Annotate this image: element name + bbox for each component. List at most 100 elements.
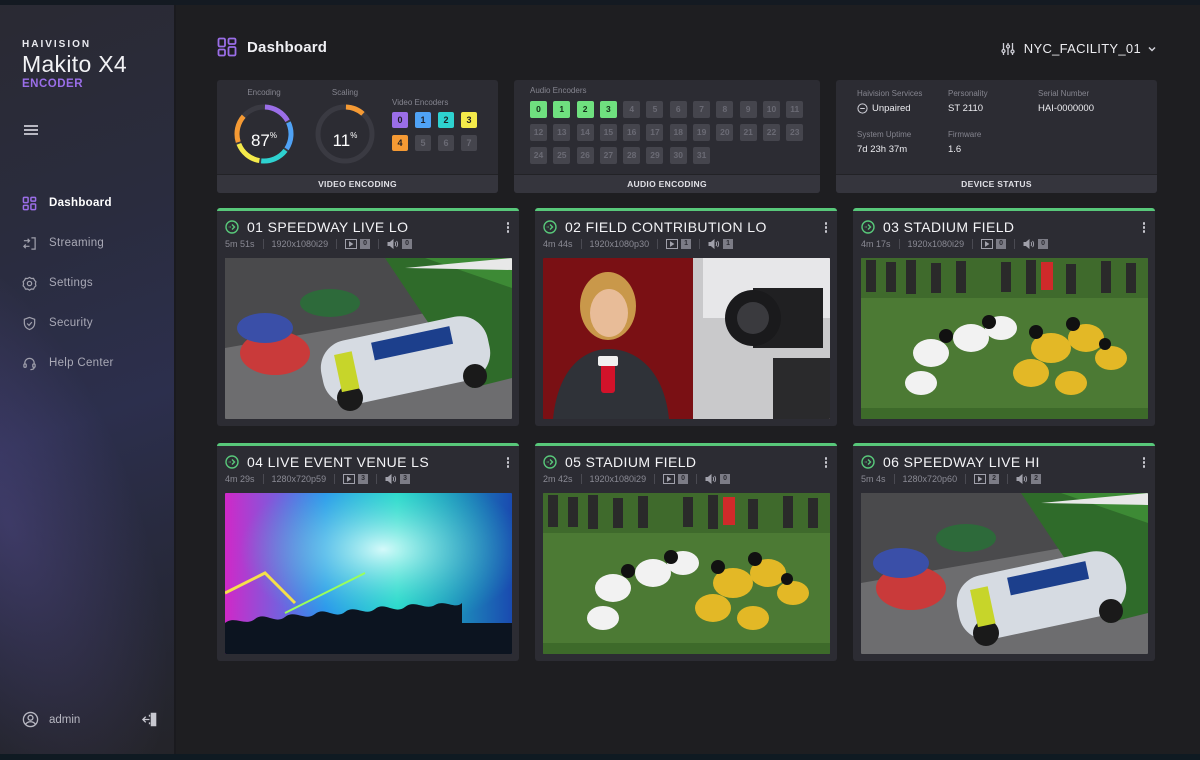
haivision-services-field: Haivision Services Unpaired <box>857 89 922 114</box>
audio-encoder-20[interactable]: 20 <box>716 124 734 141</box>
stream-card-6[interactable]: 06 SPEEDWAY LIVE HI 5m 4s 1280x720p60 2 … <box>853 443 1155 661</box>
sidebar-item-dashboard[interactable]: Dashboard <box>22 183 114 223</box>
stream-preview[interactable] <box>861 258 1148 419</box>
stream-card-3[interactable]: 03 STADIUM FIELD 4m 17s 1920x1080i29 0 0 <box>853 208 1155 426</box>
audio-encoder-14[interactable]: 14 <box>576 124 594 141</box>
more-options-icon[interactable] <box>823 222 829 234</box>
video-encoding-panel: Encoding 87% Scaling 11% Video Encoders … <box>217 80 498 193</box>
stream-card-2[interactable]: 02 FIELD CONTRIBUTION LO 4m 44s 1920x108… <box>535 208 837 426</box>
more-options-icon[interactable] <box>823 457 829 469</box>
audio-encoder-28[interactable]: 28 <box>623 147 641 164</box>
dashboard-grid-icon <box>217 37 237 57</box>
video-encoder-0[interactable]: 0 <box>392 112 408 128</box>
stream-card-4[interactable]: 04 LIVE EVENT VENUE LS 4m 29s 1280x720p5… <box>217 443 519 661</box>
audio-encoders-grid: 0 1 2 3 4 5 6 7 8 9 10 11 12 13 14 15 16 17 18 19 20 21 22 23 24… <box>530 101 804 164</box>
sidebar-item-security[interactable]: Security <box>22 303 114 343</box>
stream-resolution: 1920x1080i29 <box>271 239 329 249</box>
audio-encoder-6[interactable]: 6 <box>669 101 687 118</box>
system-uptime-value: 7d 23h 37m <box>857 144 908 155</box>
stream-card-5[interactable]: 05 STADIUM FIELD 2m 42s 1920x1080i29 0 0 <box>535 443 837 661</box>
facility-selector[interactable]: NYC_FACILITY_01 <box>1001 41 1157 56</box>
video-encoder-6[interactable]: 6 <box>438 135 454 151</box>
speaker-icon <box>705 474 717 484</box>
stream-title: 04 LIVE EVENT VENUE LS <box>247 454 430 470</box>
encoding-label: Encoding <box>247 88 281 97</box>
audio-encoder-4[interactable]: 4 <box>623 101 641 118</box>
audio-encoder-23[interactable]: 23 <box>786 124 804 141</box>
streaming-icon <box>23 236 36 250</box>
audio-encoder-0[interactable]: 0 <box>530 101 547 118</box>
video-encoder-2[interactable]: 2 <box>438 112 454 128</box>
audio-encoder-12[interactable]: 12 <box>530 124 547 141</box>
audio-encoder-13[interactable]: 13 <box>553 124 571 141</box>
audio-encoder-31[interactable]: 31 <box>693 147 711 164</box>
audio-encoder-17[interactable]: 17 <box>646 124 664 141</box>
video-encoder-5[interactable]: 5 <box>415 135 431 151</box>
stream-preview[interactable] <box>543 258 830 419</box>
video-encoder-7[interactable]: 7 <box>461 135 477 151</box>
audio-encoder-1[interactable]: 1 <box>553 101 571 118</box>
audio-encoder-18[interactable]: 18 <box>669 124 687 141</box>
audio-encoder-22[interactable]: 22 <box>762 124 780 141</box>
stream-card-1[interactable]: 01 SPEEDWAY LIVE LO 5m 51s 1920x1080i29 … <box>217 208 519 426</box>
stream-duration: 4m 17s <box>861 239 891 249</box>
audio-encoders-label: Audio Encoders <box>530 86 587 95</box>
audio-encoder-30[interactable]: 30 <box>669 147 687 164</box>
system-uptime-field: System Uptime 7d 23h 37m <box>857 130 911 155</box>
menu-toggle-icon[interactable] <box>24 125 38 135</box>
audio-encoder-8[interactable]: 8 <box>716 101 734 118</box>
divider <box>262 474 264 484</box>
serial-number-field: Serial Number HAI-0000000 <box>1038 89 1094 114</box>
video-encoder-1[interactable]: 1 <box>415 112 431 128</box>
stream-preview[interactable] <box>225 258 512 419</box>
sidebar-item-streaming[interactable]: Streaming <box>22 223 114 263</box>
personality-field: Personality ST 2110 <box>948 89 988 114</box>
stream-duration: 5m 51s <box>225 239 255 249</box>
audio-encoder-2[interactable]: 2 <box>576 101 594 118</box>
speaker-icon <box>387 239 399 249</box>
stream-title: 06 SPEEDWAY LIVE HI <box>883 454 1040 470</box>
stream-active-icon <box>225 220 239 234</box>
stream-preview[interactable] <box>861 493 1148 654</box>
logout-icon[interactable] <box>141 711 158 728</box>
sidebar-item-help-center[interactable]: Help Center <box>22 343 114 383</box>
video-encoder-3[interactable]: 3 <box>461 112 477 128</box>
more-options-icon[interactable] <box>505 457 511 469</box>
audio-encoder-25[interactable]: 25 <box>553 147 571 164</box>
sidebar-item-settings[interactable]: Settings <box>22 263 114 303</box>
audio-encoding-panel: Audio Encoders 0 1 2 3 4 5 6 7 8 9 10 11 12 13 14 15 16 1… <box>514 80 820 193</box>
bottom-edge <box>0 754 1200 760</box>
chevron-down-icon <box>1148 46 1156 52</box>
audio-encoder-5[interactable]: 5 <box>646 101 664 118</box>
audio-encoder-29[interactable]: 29 <box>646 147 664 164</box>
audio-encoder-26[interactable]: 26 <box>576 147 594 164</box>
stream-preview[interactable] <box>225 493 512 654</box>
personality-value: ST 2110 <box>948 103 984 114</box>
more-options-icon[interactable] <box>1141 222 1147 234</box>
audio-encoder-7[interactable]: 7 <box>693 101 711 118</box>
audio-encoder-11[interactable]: 11 <box>786 101 804 118</box>
audio-encoder-24[interactable]: 24 <box>530 147 547 164</box>
scaling-segment <box>345 104 365 116</box>
audio-encoder-16[interactable]: 16 <box>623 124 641 141</box>
stream-resolution: 1280x720p59 <box>271 474 327 484</box>
audio-encoder-10[interactable]: 10 <box>762 101 780 118</box>
audio-encoder-3[interactable]: 3 <box>599 101 617 118</box>
preview-image-racing <box>225 258 512 419</box>
stream-meta: 5m 51s 1920x1080i29 0 0 <box>225 239 413 249</box>
more-options-icon[interactable] <box>505 222 511 234</box>
audio-encoder-27[interactable]: 27 <box>599 147 617 164</box>
headset-icon <box>23 357 36 370</box>
shield-check-icon <box>23 316 36 330</box>
stream-preview[interactable] <box>543 493 830 654</box>
audio-encoder-21[interactable]: 21 <box>739 124 757 141</box>
user-profile[interactable]: admin <box>22 711 80 728</box>
video-encoder-4[interactable]: 4 <box>392 135 408 151</box>
audio-encoder-9[interactable]: 9 <box>739 101 757 118</box>
audio-count-badge: 0 <box>1038 239 1049 249</box>
audio-encoder-15[interactable]: 15 <box>599 124 617 141</box>
audio-encoder-19[interactable]: 19 <box>693 124 711 141</box>
speaker-icon <box>1023 239 1035 249</box>
more-options-icon[interactable] <box>1141 457 1147 469</box>
user-name: admin <box>49 713 81 726</box>
